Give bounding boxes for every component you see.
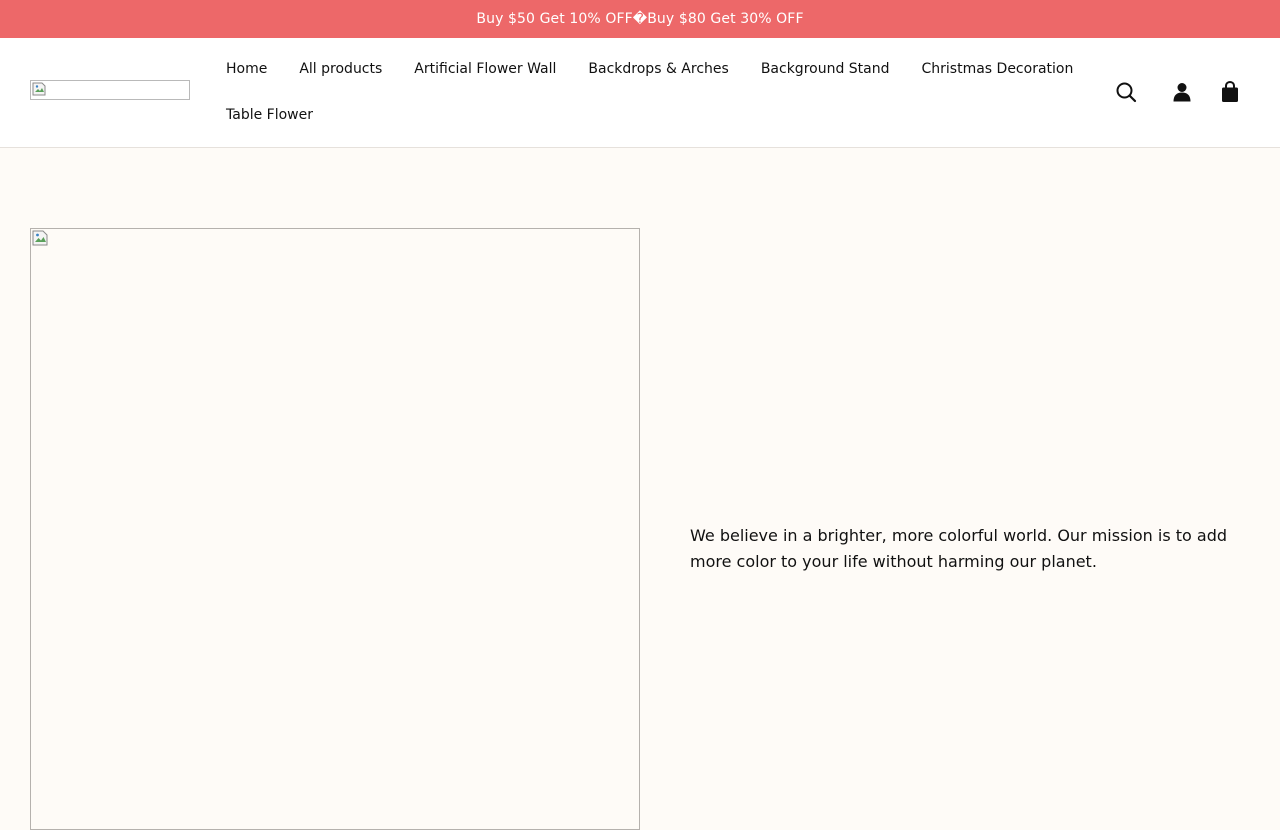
nav-item-backdrops-arches[interactable]: Backdrops & Arches — [572, 61, 744, 77]
nav-item-all-products[interactable]: All products — [283, 61, 398, 77]
announcement-bar: Buy $50 Get 10% OFF�Buy $80 Get 30% OFF — [0, 0, 1280, 38]
search-icon — [1116, 82, 1137, 103]
nav-row-1: Home All products Artificial Flower Wall… — [210, 46, 1100, 92]
account-icon — [1173, 83, 1191, 102]
mission-statement: We believe in a brighter, more colorful … — [690, 526, 1228, 571]
nav-item-background-stand[interactable]: Background Stand — [745, 61, 906, 77]
announcement-text: Buy $50 Get 10% OFF�Buy $80 Get 30% OFF — [476, 11, 804, 27]
broken-image-icon — [32, 230, 48, 246]
nav-item-christmas-decoration[interactable]: Christmas Decoration — [906, 61, 1090, 77]
site-header: Home All products Artificial Flower Wall… — [0, 38, 1280, 148]
mission-image — [30, 228, 640, 830]
main-navigation: Home All products Artificial Flower Wall… — [210, 46, 1100, 138]
search-button[interactable] — [1112, 78, 1140, 106]
nav-item-home[interactable]: Home — [210, 61, 283, 77]
header-icons — [1112, 78, 1244, 106]
main-content: We believe in a brighter, more colorful … — [0, 148, 1280, 830]
logo-link[interactable] — [30, 80, 190, 100]
nav-item-table-flower[interactable]: Table Flower — [210, 107, 329, 123]
cart-button[interactable] — [1216, 78, 1244, 106]
nav-row-2: Table Flower — [210, 92, 1100, 138]
nav-item-artificial-flower-wall[interactable]: Artificial Flower Wall — [398, 61, 572, 77]
cart-icon — [1222, 81, 1238, 102]
account-button[interactable] — [1168, 78, 1196, 106]
broken-image-icon — [32, 82, 46, 96]
